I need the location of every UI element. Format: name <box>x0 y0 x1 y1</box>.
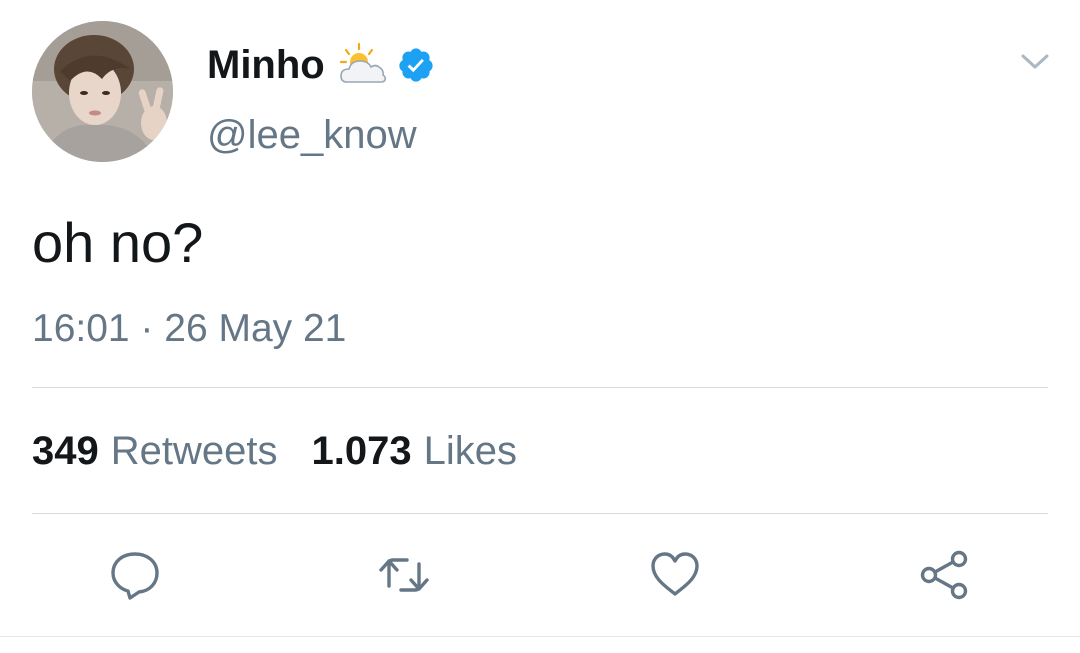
share-icon <box>920 550 968 600</box>
sun-behind-cloud-icon <box>337 42 387 88</box>
display-name[interactable]: Minho <box>207 40 325 90</box>
likes-label: Likes <box>423 429 517 473</box>
tweet-detail: Minho @lee_know oh no? 16:01 · 26 May 21… <box>0 0 1080 653</box>
retweets-stat[interactable]: 349 Retweets <box>32 426 278 476</box>
display-name-row: Minho <box>207 40 435 90</box>
divider <box>32 387 1048 388</box>
retweets-count: 349 <box>32 429 99 473</box>
retweets-label: Retweets <box>110 429 278 473</box>
likes-stat[interactable]: 1.073 Likes <box>312 426 518 476</box>
likes-count: 1.073 <box>311 429 412 473</box>
reply-icon <box>111 552 159 600</box>
share-button[interactable] <box>918 548 972 602</box>
like-heart-icon <box>651 552 699 596</box>
like-button[interactable] <box>648 548 702 602</box>
chevron-down-icon[interactable] <box>1020 50 1050 72</box>
tweet-text: oh no? <box>32 211 204 274</box>
avatar[interactable] <box>32 21 173 162</box>
tweet-timestamp[interactable]: 16:01 · 26 May 21 <box>32 304 346 354</box>
divider <box>0 636 1080 637</box>
divider <box>32 513 1048 514</box>
avatar-photo <box>32 21 173 162</box>
verified-badge-icon <box>397 46 435 84</box>
reply-button[interactable] <box>108 548 162 602</box>
user-handle[interactable]: @lee_know <box>207 110 417 160</box>
retweet-button[interactable] <box>377 548 431 602</box>
retweet-icon <box>379 558 429 592</box>
tweet-stats: 349 Retweets 1.073 Likes <box>32 426 551 476</box>
